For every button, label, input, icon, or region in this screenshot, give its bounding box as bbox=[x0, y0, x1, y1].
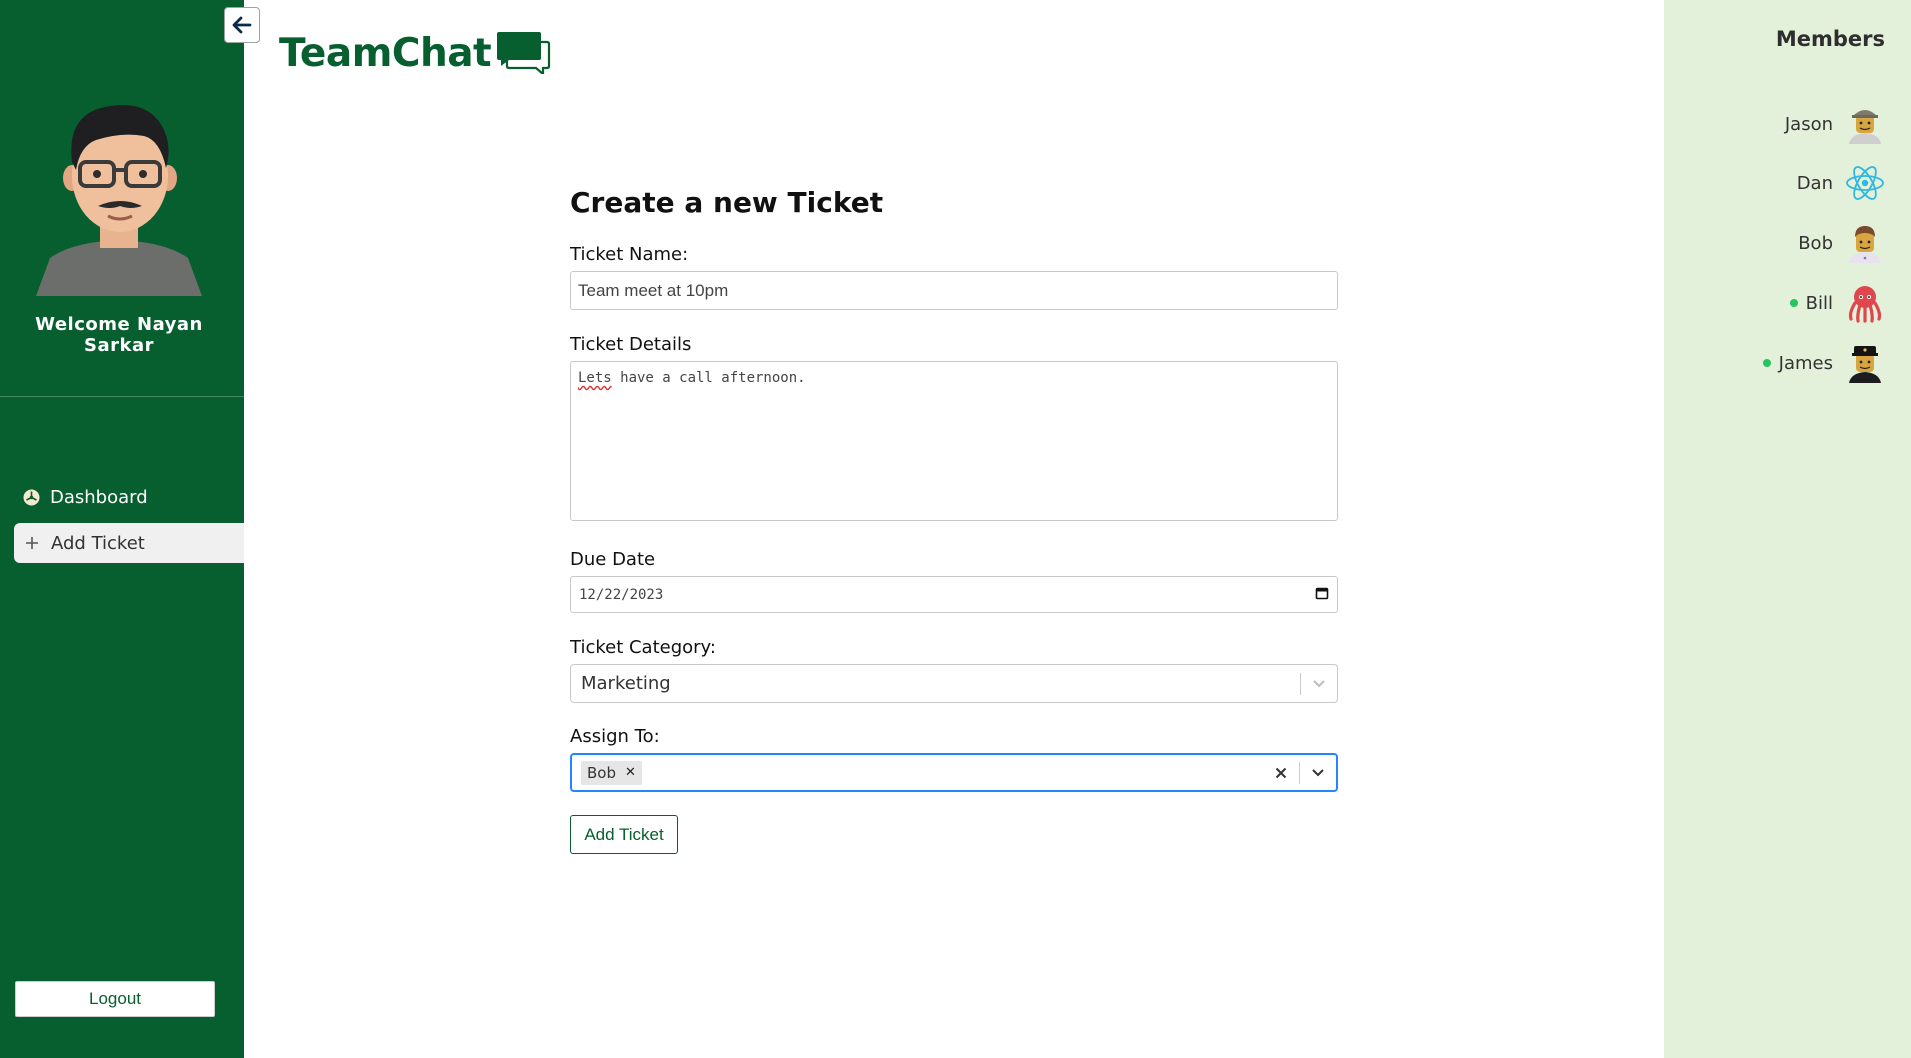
member-name: Bill bbox=[1805, 292, 1833, 314]
ticket-details-label: Ticket Details bbox=[570, 334, 692, 355]
welcome-message: Welcome Nayan Sarkar bbox=[35, 314, 203, 356]
due-date-value: 12/22/2023 bbox=[579, 586, 664, 603]
member-name: James bbox=[1778, 352, 1833, 374]
assignee-chip: Bob ✕ bbox=[581, 760, 642, 785]
ticket-category-select[interactable]: Marketing bbox=[570, 664, 1338, 703]
arrow-left-icon bbox=[232, 16, 252, 34]
remove-chip-icon[interactable]: ✕ bbox=[625, 765, 636, 780]
calendar-icon[interactable] bbox=[1315, 586, 1329, 604]
ticket-name-input[interactable]: Team meet at 10pm bbox=[570, 271, 1338, 310]
lego-chef-avatar bbox=[1845, 223, 1885, 263]
member-name: Dan bbox=[1796, 172, 1833, 194]
lego-officer-avatar bbox=[1845, 343, 1885, 383]
due-date-label: Due Date bbox=[570, 549, 656, 570]
category-selected-value: Marketing bbox=[581, 673, 671, 694]
add-ticket-button[interactable]: Add Ticket bbox=[570, 815, 678, 854]
members-panel: Members Jason Dan Bob Bill James bbox=[1664, 0, 1911, 1058]
sidebar-item-dashboard[interactable]: Dashboard bbox=[14, 477, 244, 517]
sidebar-divider bbox=[0, 396, 244, 397]
member-item-bob[interactable]: Bob bbox=[1798, 223, 1885, 263]
misspelled-word: Lets bbox=[578, 370, 612, 386]
page-title: Create a new Ticket bbox=[570, 186, 884, 219]
brand-name: TeamChat bbox=[279, 30, 492, 76]
online-status-dot bbox=[1762, 359, 1771, 367]
assign-to-multiselect[interactable]: Bob ✕ bbox=[570, 753, 1338, 792]
member-item-dan[interactable]: Dan bbox=[1797, 163, 1885, 203]
online-status-dot bbox=[1789, 299, 1798, 307]
member-name: Jason bbox=[1784, 113, 1833, 135]
logout-button[interactable]: Logout bbox=[15, 981, 215, 1017]
dashboard-icon bbox=[22, 488, 40, 506]
members-title: Members bbox=[1775, 27, 1885, 51]
react-logo-avatar bbox=[1845, 163, 1885, 203]
member-item-james[interactable]: James bbox=[1762, 343, 1885, 383]
sidebar-item-label: Dashboard bbox=[50, 486, 148, 508]
clear-icon[interactable] bbox=[1263, 767, 1299, 779]
sidebar-item-add-ticket[interactable]: Add Ticket bbox=[14, 523, 244, 563]
octopus-avatar bbox=[1845, 283, 1885, 323]
app-logo: TeamChat bbox=[279, 28, 551, 78]
member-name: Bob bbox=[1798, 232, 1833, 254]
lego-cap-avatar bbox=[1845, 104, 1885, 144]
collapse-sidebar-button[interactable] bbox=[224, 7, 260, 43]
plus-icon bbox=[23, 534, 41, 552]
chat-bubbles-icon bbox=[495, 30, 551, 78]
ticket-category-label: Ticket Category: bbox=[570, 637, 716, 658]
ticket-details-textarea[interactable]: Lets have a call afternoon. bbox=[570, 361, 1338, 521]
user-avatar bbox=[32, 100, 206, 296]
due-date-input[interactable]: 12/22/2023 bbox=[570, 576, 1338, 613]
sidebar-item-label: Add Ticket bbox=[51, 532, 145, 554]
chevron-down-icon[interactable] bbox=[1300, 768, 1336, 778]
ticket-name-label: Ticket Name: bbox=[570, 244, 689, 265]
assignee-chip-label: Bob bbox=[587, 763, 616, 782]
member-item-jason[interactable]: Jason bbox=[1785, 104, 1885, 144]
member-item-bill[interactable]: Bill bbox=[1789, 283, 1885, 323]
sidebar: Welcome Nayan Sarkar Dashboard Add Ticke… bbox=[0, 0, 244, 1058]
assign-to-label: Assign To: bbox=[570, 726, 660, 747]
details-text: have a call afternoon. bbox=[611, 370, 806, 386]
chevron-down-icon[interactable] bbox=[1301, 679, 1337, 689]
